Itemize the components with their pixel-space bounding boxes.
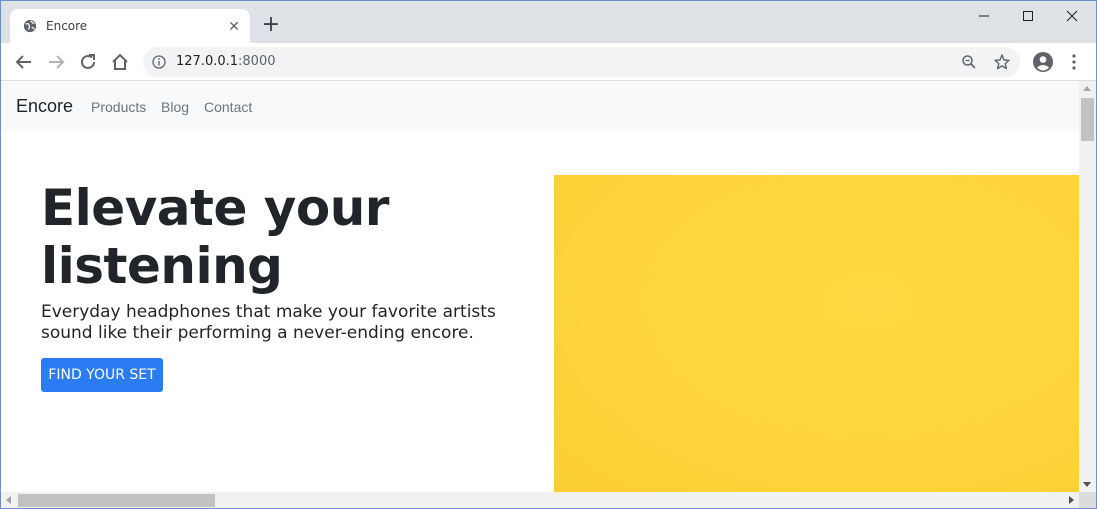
profile-icon[interactable] <box>1032 51 1054 73</box>
zoom-icon[interactable] <box>961 54 977 70</box>
url-text[interactable]: 127.0.0.1:8000 <box>176 54 276 69</box>
scroll-right-arrow-icon[interactable] <box>1069 496 1074 504</box>
find-your-set-button[interactable]: FIND YOUR SET <box>41 358 163 392</box>
nav-link-blog[interactable]: Blog <box>161 99 189 115</box>
page-viewport: Encore Products Blog Contact Elevate you… <box>1 81 1079 492</box>
close-tab-icon[interactable]: ✕ <box>226 18 242 34</box>
reload-icon[interactable] <box>77 51 99 73</box>
tab-strip: Encore ✕ + <box>1 1 1096 43</box>
new-tab-button[interactable]: + <box>261 14 281 36</box>
browser-window: Encore ✕ + 127.0.0.1:8000 Encore Product… <box>0 0 1097 509</box>
horizontal-scroll-thumb[interactable] <box>18 494 215 507</box>
vertical-scroll-thumb[interactable] <box>1081 98 1094 141</box>
site-navbar: Encore Products Blog Contact <box>1 81 1079 131</box>
hero-subtitle: Everyday headphones that make your favor… <box>41 302 496 343</box>
star-icon[interactable] <box>993 53 1011 71</box>
nav-link-contact[interactable]: Contact <box>204 99 252 115</box>
back-arrow-icon[interactable] <box>13 51 35 73</box>
site-brand[interactable]: Encore <box>16 96 73 117</box>
info-icon[interactable] <box>152 55 166 69</box>
close-window-icon[interactable] <box>1052 5 1092 27</box>
globe-icon <box>23 19 37 33</box>
scrollbar-corner <box>1079 492 1096 508</box>
hero-image <box>554 175 1079 492</box>
url-port: :8000 <box>238 54 276 69</box>
home-icon[interactable] <box>109 51 131 73</box>
tab-encore[interactable]: Encore ✕ <box>10 9 250 43</box>
kebab-menu-icon[interactable] <box>1067 51 1081 73</box>
maximize-icon[interactable] <box>1008 5 1048 27</box>
scroll-up-arrow-icon[interactable] <box>1083 86 1091 91</box>
tab-title: Encore <box>46 19 88 33</box>
scroll-left-arrow-icon[interactable] <box>6 496 11 504</box>
hero-title: Elevate your listening <box>41 179 389 295</box>
minimize-icon[interactable] <box>964 5 1004 27</box>
url-host: 127.0.0.1 <box>176 54 239 69</box>
scroll-down-arrow-icon[interactable] <box>1083 482 1091 487</box>
vertical-scrollbar[interactable] <box>1079 81 1096 492</box>
browser-toolbar: 127.0.0.1:8000 <box>1 43 1096 81</box>
horizontal-scrollbar[interactable] <box>1 492 1079 508</box>
address-bar[interactable]: 127.0.0.1:8000 <box>143 47 1020 77</box>
nav-link-products[interactable]: Products <box>91 99 146 115</box>
forward-arrow-icon[interactable] <box>45 51 67 73</box>
